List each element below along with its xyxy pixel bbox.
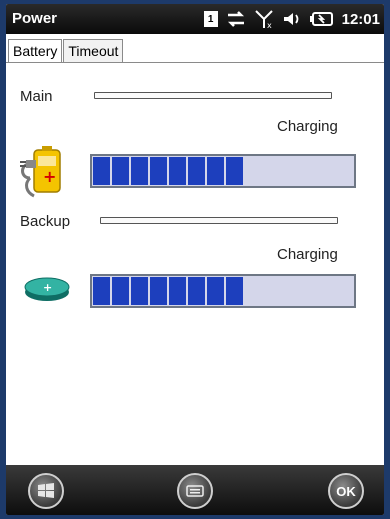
progress-segment bbox=[207, 157, 224, 185]
main-battery-status: Charging bbox=[277, 118, 338, 135]
app-title: Power bbox=[12, 10, 58, 27]
main-battery-thin-bar bbox=[94, 92, 332, 99]
progress-segment bbox=[150, 157, 167, 185]
svg-text:x: x bbox=[267, 21, 272, 29]
progress-segment bbox=[93, 157, 110, 185]
ac-power-battery-icon: + bbox=[20, 146, 61, 198]
backup-battery-label: Backup bbox=[20, 213, 71, 230]
progress-segment bbox=[207, 277, 224, 305]
progress-segment bbox=[150, 277, 167, 305]
tab-divider bbox=[6, 62, 384, 63]
clock: 12:01 bbox=[341, 10, 380, 28]
tab-battery[interactable]: Battery bbox=[8, 39, 63, 63]
progress-segment bbox=[112, 157, 129, 185]
progress-segment bbox=[226, 157, 243, 185]
no-signal-icon: x bbox=[254, 10, 273, 29]
windows-logo-icon bbox=[38, 483, 54, 498]
volume-icon bbox=[283, 13, 299, 25]
progress-segment bbox=[169, 277, 186, 305]
svg-text:+: + bbox=[43, 281, 52, 294]
notification-icon[interactable]: 1 bbox=[203, 11, 218, 27]
backup-coin-battery-icon: + bbox=[24, 277, 70, 301]
progress-segment bbox=[93, 277, 110, 305]
backup-battery-status: Charging bbox=[277, 246, 338, 263]
progress-segment bbox=[188, 277, 205, 305]
keyboard-button[interactable] bbox=[177, 473, 213, 509]
tab-strip: Battery Timeout bbox=[8, 39, 124, 63]
softkey-bar: OK bbox=[6, 465, 384, 515]
ok-button[interactable]: OK bbox=[328, 473, 364, 509]
start-button[interactable] bbox=[28, 473, 64, 509]
sync-icon bbox=[227, 11, 244, 27]
progress-segment bbox=[169, 157, 186, 185]
progress-segment bbox=[131, 157, 148, 185]
backup-battery-progress bbox=[90, 274, 356, 308]
status-icons[interactable]: 1 x 12:01 bbox=[203, 8, 380, 30]
battery-charging-icon bbox=[309, 12, 333, 26]
backup-battery-thin-bar bbox=[100, 217, 338, 224]
tab-timeout[interactable]: Timeout bbox=[63, 39, 124, 63]
title-bar: Power 1 x 12:01 bbox=[6, 4, 384, 34]
main-battery-label: Main bbox=[20, 88, 53, 105]
device-screen: Power 1 x 12:01 Battery Timeout Main Cha… bbox=[6, 4, 384, 515]
main-battery-progress bbox=[90, 154, 356, 188]
keyboard-icon bbox=[186, 485, 204, 497]
progress-segment bbox=[188, 157, 205, 185]
main-battery-progress-fill bbox=[92, 156, 252, 186]
progress-segment bbox=[112, 277, 129, 305]
progress-segment bbox=[131, 277, 148, 305]
svg-text:+: + bbox=[43, 167, 56, 186]
progress-segment bbox=[226, 277, 243, 305]
backup-battery-progress-fill bbox=[92, 276, 252, 306]
